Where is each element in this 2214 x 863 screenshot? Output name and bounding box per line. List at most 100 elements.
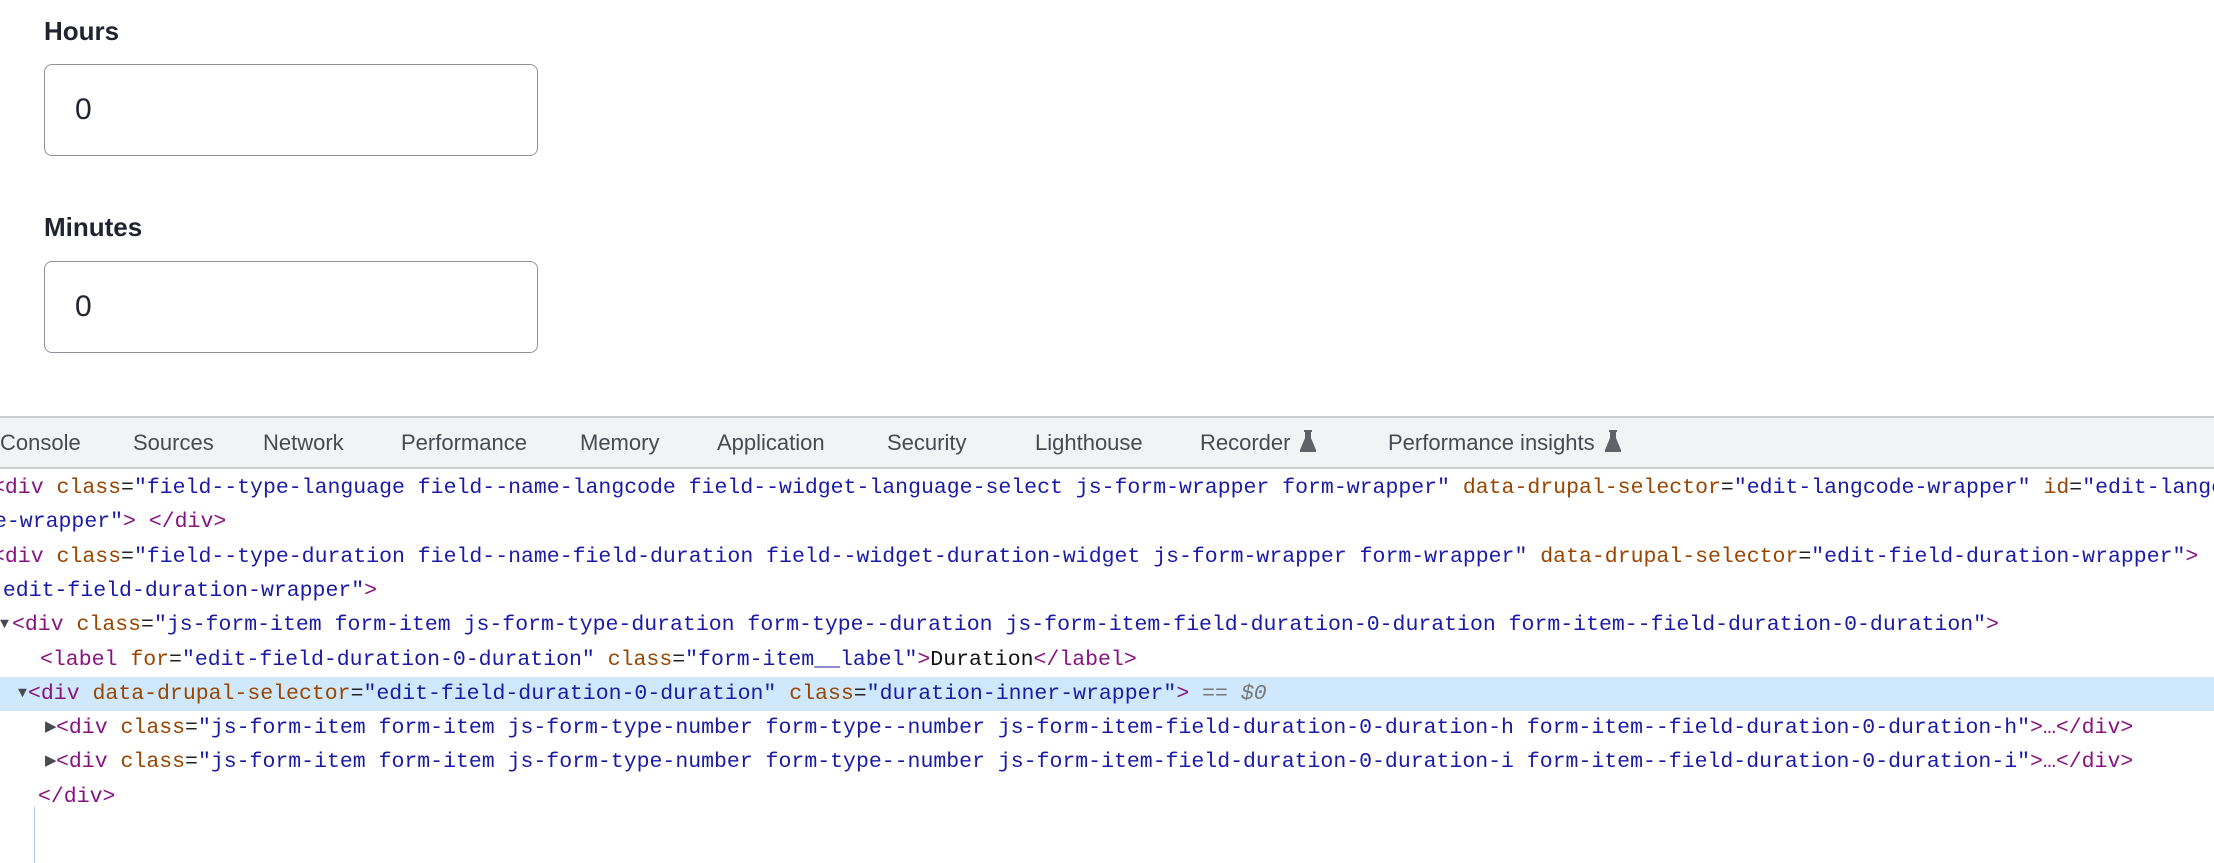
node-markup: <div class="field--type-duration field--… — [0, 540, 2198, 574]
token-tag: > — [2185, 544, 2199, 569]
tab-console[interactable]: Console — [0, 430, 81, 456]
token-attr: class — [63, 613, 142, 638]
tab-label: Performance insights — [1388, 430, 1595, 455]
tab-label: Console — [0, 430, 81, 455]
token-eq: = — [185, 750, 198, 775]
token-attr: class — [776, 681, 854, 706]
token-val: "edit-field-duration-wrapper" — [1811, 544, 2186, 569]
node-markup: "edit-field-duration-wrapper"> — [0, 574, 377, 608]
dom-node-row[interactable]: <div class="field--type-language field--… — [0, 471, 2214, 505]
token-tag: > — [917, 647, 931, 672]
dom-node-row[interactable]: <div class="field--type-duration field--… — [0, 540, 2214, 574]
token-eq: = — [672, 647, 686, 672]
dom-node-row-selected[interactable]: ▼ <div data-drupal-selector="edit-field-d… — [0, 676, 2214, 711]
token-val: "edit-langcode-wrapper" — [1733, 476, 2031, 500]
devtools-tab-bar: Console Sources Network Performance Memory Ap… — [0, 416, 2214, 469]
dom-node-row[interactable]: e-wrapper"> </div> — [0, 505, 2214, 539]
collapse-triangle-icon[interactable]: ▼ — [18, 677, 27, 711]
dom-node-row[interactable]: ▶ <div class="js-form-item form-item js-f… — [0, 711, 2214, 745]
node-markup: e-wrapper"> </div> — [0, 505, 226, 539]
collapse-triangle-icon[interactable]: ▼ — [0, 608, 9, 642]
token-val: e-wrapper" — [0, 510, 124, 535]
token-tag: > — [364, 578, 378, 603]
token-eq: = — [121, 476, 134, 500]
node-markup: <div data-drupal-selector="edit-field-du… — [28, 677, 1267, 711]
tab-label: Application — [717, 430, 825, 455]
token-tag: >…</div> — [2030, 750, 2134, 775]
devtools-panel: Console Sources Network Performance Memory Ap… — [0, 416, 2214, 863]
token-attr: data-drupal-selector — [1449, 476, 1721, 500]
tab-memory[interactable]: Memory — [580, 430, 659, 456]
flask-icon — [1604, 430, 1621, 458]
node-markup: <label for="edit-field-duration-0-durati… — [40, 643, 1137, 677]
dom-node-row[interactable]: <label for="edit-field-duration-0-durati… — [0, 643, 2214, 677]
node-markup: <div class="js-form-item form-item js-fo… — [56, 711, 2133, 745]
token-attr: class — [43, 476, 122, 500]
tab-label: Network — [263, 430, 344, 455]
tab-performance[interactable]: Performance — [401, 430, 527, 456]
token-tag: >…</div> — [2030, 716, 2134, 741]
minutes-input[interactable] — [44, 261, 538, 353]
token-attr: data-drupal-selector — [1527, 544, 1799, 569]
token-eq: = — [1720, 476, 1734, 500]
token-val: "js-form-item form-item js-form-type-dur… — [153, 613, 1987, 638]
selected-node-reference: == $0 — [1202, 681, 1267, 706]
token-val: "form-item__label" — [685, 647, 918, 672]
token-tag: </div> — [38, 784, 116, 809]
token-val: "js-form-item form-item js-form-type-num… — [197, 750, 2031, 775]
token-text: Duration — [930, 647, 1034, 672]
dom-node-row[interactable]: "edit-field-duration-wrapper"> — [0, 574, 2214, 608]
tab-recorder[interactable]: Recorder — [1200, 430, 1317, 458]
tree-guide-line — [34, 807, 35, 863]
token-attr: id — [2030, 476, 2070, 500]
token-tag: <div — [28, 681, 80, 706]
token-eq: = — [121, 544, 134, 569]
token-attr: class — [107, 750, 186, 775]
expand-triangle-icon[interactable]: ▶ — [45, 745, 57, 779]
dom-node-row[interactable]: ▶ <div class="js-form-item form-item js-f… — [0, 745, 2214, 779]
token-val: "js-form-item form-item js-form-type-num… — [197, 716, 2031, 741]
token-tag: <div — [0, 476, 44, 500]
tab-sources[interactable]: Sources — [133, 430, 214, 456]
hours-label: Hours — [44, 16, 120, 46]
token-val: "edit-langcode-wrapper" — [2082, 476, 2214, 500]
tab-network[interactable]: Network — [263, 430, 344, 456]
tab-label: Security — [887, 430, 967, 455]
tab-security[interactable]: Security — [887, 430, 966, 456]
node-markup: </div> — [38, 780, 115, 814]
minutes-label: Minutes — [44, 212, 143, 242]
token-tag: <label — [40, 647, 118, 672]
token-tag: <div — [56, 750, 108, 775]
token-val: "edit-field-duration-wrapper" — [0, 578, 365, 603]
token-eq: = — [2069, 476, 2083, 500]
token-val: "field--type-duration field--name-field-… — [133, 544, 1528, 569]
expand-triangle-icon[interactable]: ▶ — [45, 711, 57, 745]
token-tag: <div — [12, 613, 64, 638]
token-eq: = — [853, 681, 867, 706]
token-tag: > — [1986, 613, 1999, 638]
dom-node-row[interactable]: </div> — [0, 780, 2214, 814]
token-attr: class — [107, 716, 186, 741]
hours-input[interactable] — [44, 64, 538, 156]
token-attr: for — [117, 647, 170, 672]
tab-label: Performance — [401, 430, 527, 455]
token-attr: class — [594, 647, 673, 672]
token-tag: > </div> — [123, 510, 227, 535]
token-attr: data-drupal-selector — [79, 681, 351, 706]
tab-label: Memory — [580, 430, 660, 455]
token-val: "field--type-language field--name-langco… — [133, 476, 1450, 500]
token-val: "duration-inner-wrapper" — [866, 681, 1177, 706]
dom-node-row[interactable]: ▼ <div class="js-form-item form-item js-f… — [0, 608, 2214, 642]
tab-lighthouse[interactable]: Lighthouse — [1035, 430, 1143, 456]
token-eq: = — [350, 681, 364, 706]
token-eq: = — [141, 613, 154, 638]
tab-label: Lighthouse — [1035, 430, 1143, 455]
node-markup: <div class="field--type-language field--… — [0, 471, 2214, 505]
token-tag: <div — [56, 716, 108, 741]
node-markup: <div class="js-form-item form-item js-fo… — [12, 608, 1999, 642]
token-tag: <div — [0, 544, 44, 569]
tab-application[interactable]: Application — [717, 430, 825, 456]
token-val: "edit-field-duration-0-duration" — [363, 681, 777, 706]
tab-performance-insights[interactable]: Performance insights — [1388, 430, 1621, 458]
node-markup: <div class="js-form-item form-item js-fo… — [56, 745, 2133, 779]
